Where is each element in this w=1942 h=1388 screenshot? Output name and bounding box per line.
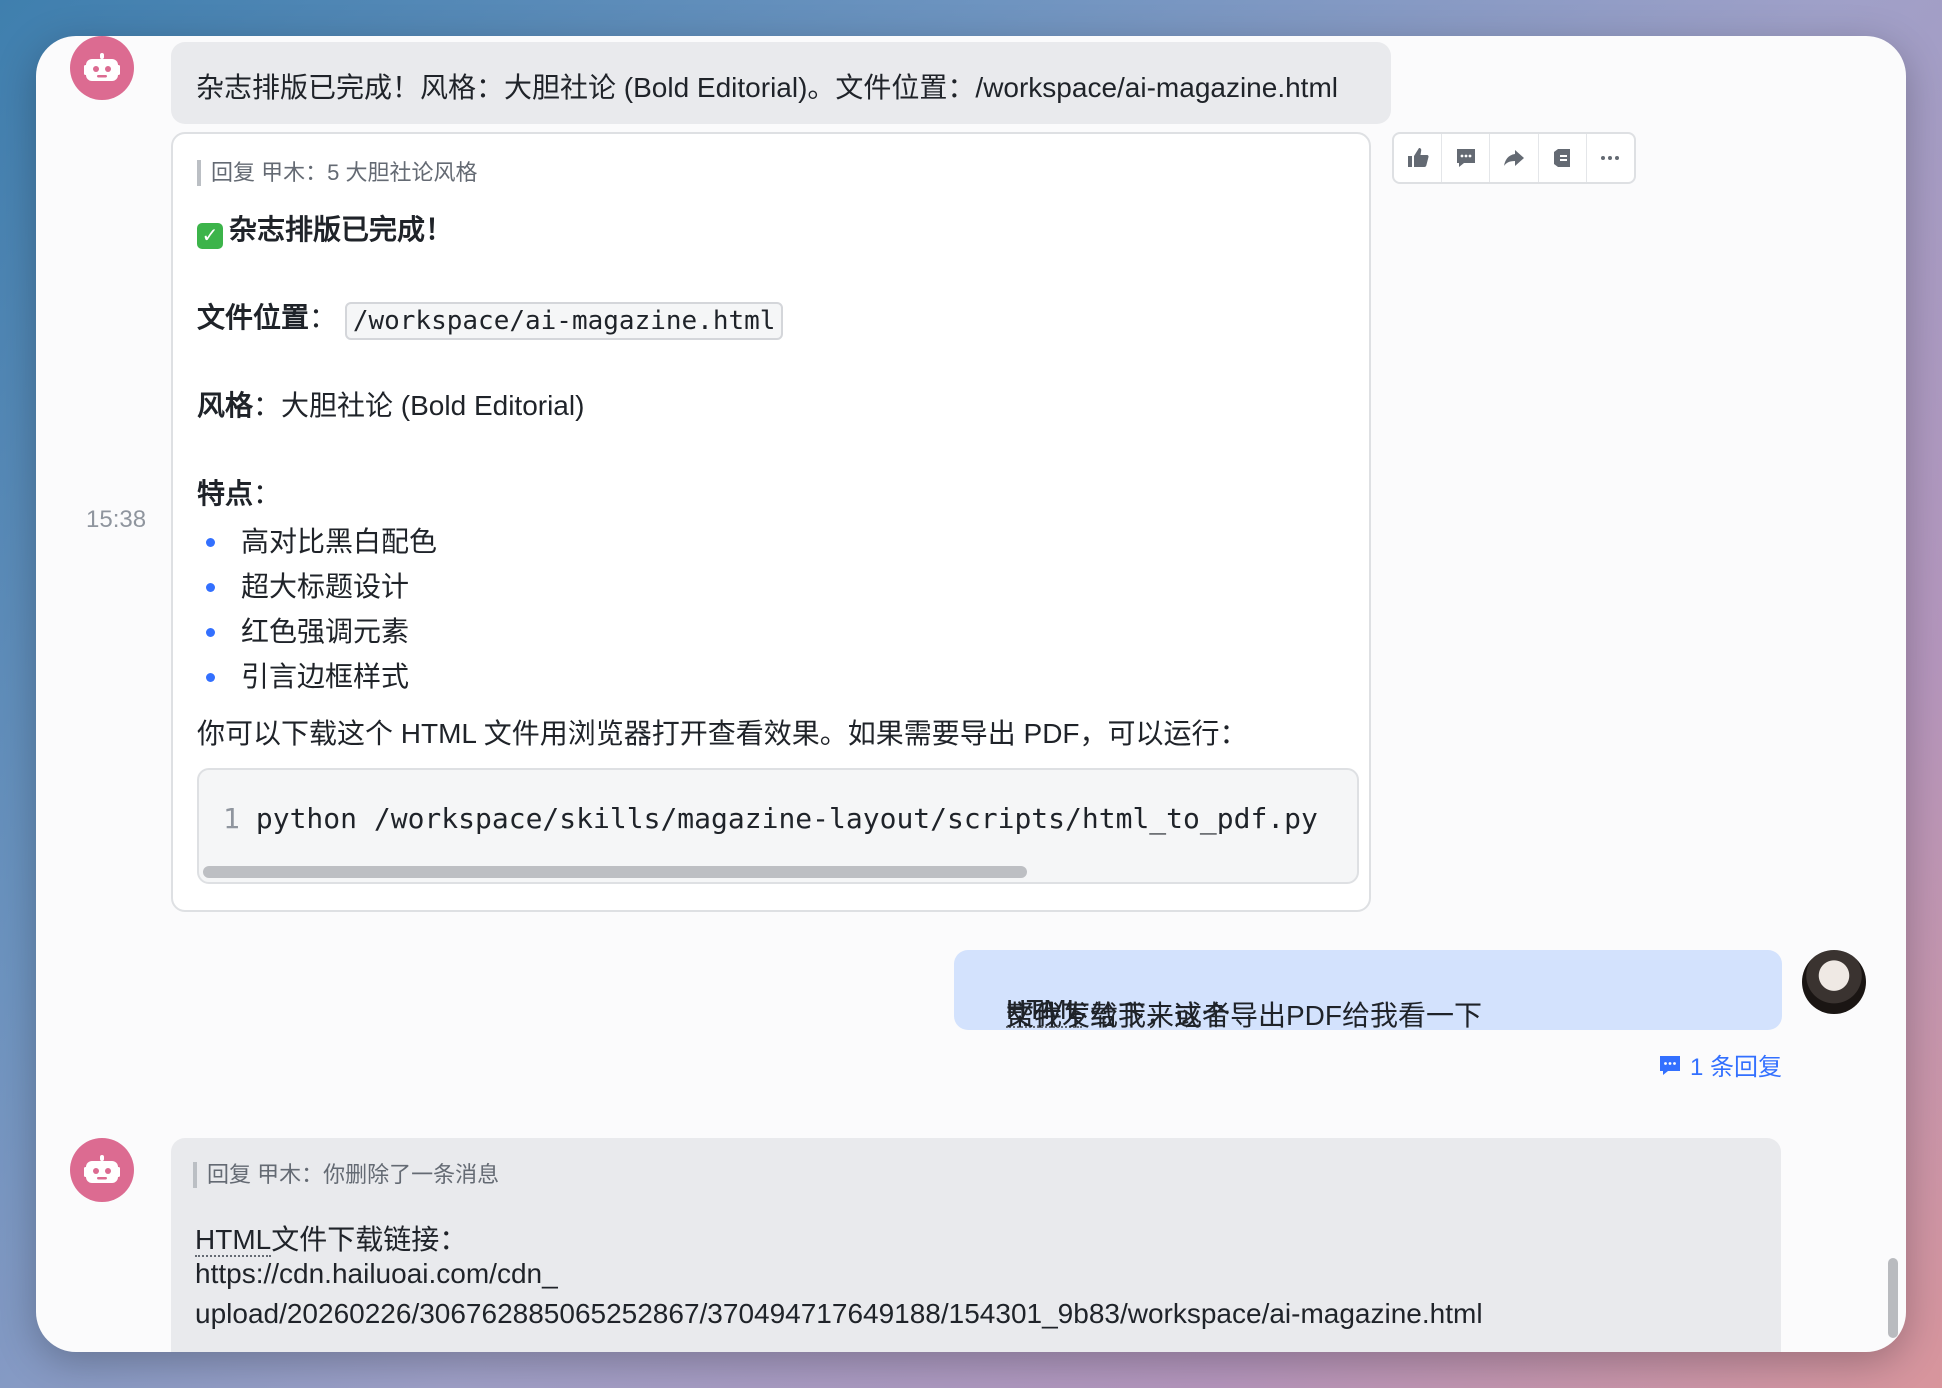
file-location-colon: ： [309, 302, 338, 333]
style-value: ：大胆社论 (Bold Editorial) [253, 390, 585, 421]
reply-reference[interactable]: 回复 甲木：5 大胆社论风格 [197, 160, 477, 186]
thread-replies-link[interactable]: 1 条回复 [1658, 1047, 1782, 1082]
features-label: 特点 [197, 478, 254, 509]
message-timestamp: 15:38 [86, 506, 147, 533]
download-path[interactable]: upload/20260226/306762885065252867/37049… [195, 1298, 1483, 1330]
more-icon [1601, 156, 1620, 160]
pin-icon [1554, 149, 1571, 167]
bullet-dot [206, 583, 215, 592]
bot-avatar[interactable] [70, 1138, 134, 1202]
more-button[interactable] [1587, 134, 1634, 182]
features-row: 特点： [197, 472, 281, 512]
forward-button[interactable] [1490, 134, 1539, 182]
like-button[interactable] [1394, 134, 1443, 182]
style-label: 风格 [197, 390, 254, 421]
message-action-toolbar [1392, 132, 1636, 184]
card-heading-text: 杂志排版已完成！ [229, 214, 454, 245]
download-link[interactable]: https://cdn.hailuoai.com/cdn_ [195, 1258, 558, 1290]
code-block[interactable]: 1 python /workspace/skills/magazine-layou… [197, 768, 1359, 884]
reply-reference[interactable]: 回复 甲木：你删除了一条消息 [193, 1162, 499, 1188]
bot-message-card[interactable]: 回复 甲木：5 大胆社论风格 ✓ 杂志排版已完成！ 文件位置： /workspac… [171, 132, 1371, 912]
user-avatar[interactable] [1802, 950, 1866, 1014]
file-path-code[interactable]: /workspace/ai-magazine.html [344, 302, 784, 340]
list-item: 引言边框样式 [197, 659, 437, 704]
list-item: 超大标题设计 [197, 569, 437, 614]
check-icon: ✓ [197, 223, 223, 249]
bot-avatar[interactable] [70, 36, 134, 100]
download-label: HTML文件下载链接： [195, 1224, 468, 1257]
card-heading: ✓ 杂志排版已完成！ [197, 208, 453, 249]
reply-count-text: 1 条回复 [1690, 1054, 1783, 1081]
list-item: 红色强调元素 [197, 614, 437, 659]
code-line: 1 python /workspace/skills/magazine-layou… [223, 802, 1318, 835]
code-text: python /workspace/skills/magazine-layout… [255, 802, 1318, 835]
robot-icon [84, 1155, 120, 1183]
thumbs-up-icon [1407, 148, 1429, 167]
features-colon: ： [253, 478, 282, 509]
hint-text: 你可以下载这个 HTML 文件用浏览器打开查看效果。如果需要导出 PDF，可以运… [197, 718, 1248, 749]
bullet-dot [206, 628, 215, 637]
comment-button[interactable] [1442, 134, 1491, 182]
comment-icon [1456, 149, 1475, 167]
list-item: 高对比黑白配色 [197, 524, 437, 569]
file-location-row: 文件位置： /workspace/ai-magazine.html [197, 296, 784, 340]
code-horizontal-scrollbar[interactable] [203, 866, 1027, 878]
chat-window: 杂志排版已完成！风格：大胆社论 (Bold Editorial)。文件位置：/w… [36, 36, 1906, 1352]
bot-title-bubble[interactable]: 杂志排版已完成！风格：大胆社论 (Bold Editorial)。文件位置：/w… [171, 42, 1391, 124]
html-term[interactable]: HTML [195, 1224, 272, 1257]
pin-button[interactable] [1539, 134, 1587, 182]
comment-icon [1660, 1055, 1680, 1075]
bot-title-text: 杂志排版已完成！风格：大胆社论 (Bold Editorial)。文件位置：/w… [196, 72, 1339, 103]
style-row: 风格：大胆社论 (Bold Editorial) [197, 384, 584, 424]
robot-icon [84, 53, 120, 81]
features-list: 高对比黑白配色 超大标题设计 红色强调元素 引言边框样式 [197, 524, 437, 704]
user-message-bubble[interactable]: 帮我下载下来这个 HTML 文件发给我，或者导出PDF给我看一下 [954, 950, 1782, 1031]
chat-vertical-scrollbar[interactable] [1888, 1258, 1898, 1338]
forward-icon [1504, 150, 1524, 166]
file-location-label: 文件位置 [197, 302, 310, 333]
line-number: 1 [223, 802, 240, 835]
bullet-dot [206, 673, 215, 682]
bot-reply-bubble[interactable]: 回复 甲木：你删除了一条消息 HTML文件下载链接： https://cdn.h… [171, 1138, 1781, 1352]
bullet-dot [206, 538, 215, 547]
